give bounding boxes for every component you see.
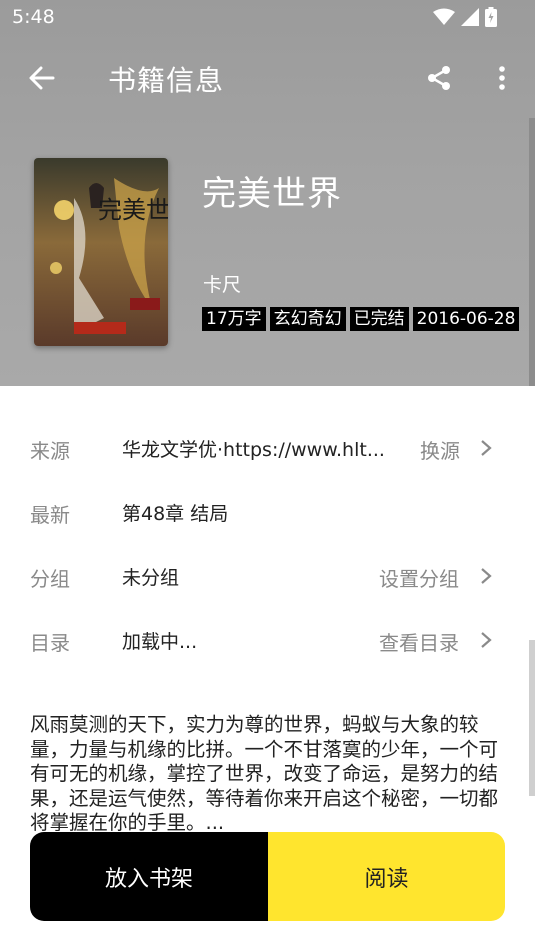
word-count-tag: 17万字: [202, 307, 266, 331]
set-group-button[interactable]: 设置分组: [379, 563, 459, 592]
view-toc-button[interactable]: 查看目录: [379, 627, 459, 656]
group-label: 分组: [30, 567, 70, 591]
status-tag: 已完结: [349, 307, 409, 331]
toc-value: 加载中...: [122, 631, 198, 653]
group-value: 未分组: [122, 567, 180, 589]
latest-chapter-row[interactable]: 最新 第48章 结局: [0, 480, 535, 544]
back-button[interactable]: [20, 58, 64, 98]
page-title: 书籍信息: [108, 64, 225, 97]
chevron-right-icon: [481, 568, 492, 584]
book-intro: 风雨莫测的天下，实力为尊的世界，蚂蚁与大象的较量，力量与机缘的比拼。一个不甘落寞…: [30, 713, 499, 831]
book-cover[interactable]: 完美世界: [34, 158, 168, 346]
status-time: 5:48: [12, 6, 55, 28]
book-title: 完美世界: [202, 174, 342, 214]
add-to-shelf-button[interactable]: 放入书架: [30, 832, 268, 921]
more-options-button[interactable]: [482, 58, 522, 98]
group-row[interactable]: 分组 未分组 设置分组: [0, 544, 535, 608]
book-tags: 17万字 玄幻奇幻 已完结 2016-06-28: [202, 307, 520, 331]
source-value: 华龙文学优·https://www.hlt...: [122, 439, 385, 461]
wifi-icon: [433, 8, 455, 25]
scrollbar-thumb[interactable]: [529, 118, 535, 386]
latest-label: 最新: [30, 503, 70, 527]
date-tag: 2016-06-28: [412, 307, 520, 331]
genre-tag: 玄幻奇幻: [269, 307, 346, 331]
change-source-button[interactable]: 换源: [420, 435, 460, 464]
share-icon: [428, 66, 450, 90]
toolbar: 书籍信息: [0, 44, 535, 110]
signal-icon: [461, 8, 479, 26]
more-vert-icon: [499, 66, 505, 90]
bottom-action-bar: 放入书架 阅读: [30, 832, 505, 921]
latest-chapter-value: 第48章 结局: [122, 503, 229, 525]
source-row[interactable]: 来源 华龙文学优·https://www.hlt... 换源: [0, 416, 535, 480]
toc-row[interactable]: 目录 加载中... 查看目录: [0, 608, 535, 672]
status-bar: 5:48: [0, 0, 535, 36]
cover-title-text: 完美世界: [98, 197, 168, 224]
source-label: 来源: [30, 439, 70, 463]
toc-label: 目录: [30, 631, 70, 655]
arrow-back-icon: [29, 66, 55, 90]
content-scrollbar[interactable]: [529, 640, 535, 796]
book-cover-image: 完美世界: [34, 158, 168, 346]
book-author[interactable]: 卡尺: [203, 270, 241, 297]
battery-icon: [485, 7, 497, 27]
share-button[interactable]: [418, 58, 460, 98]
read-button[interactable]: 阅读: [268, 832, 505, 921]
status-icons: [433, 7, 497, 27]
chevron-right-icon: [481, 632, 492, 648]
chevron-right-icon: [481, 440, 492, 456]
